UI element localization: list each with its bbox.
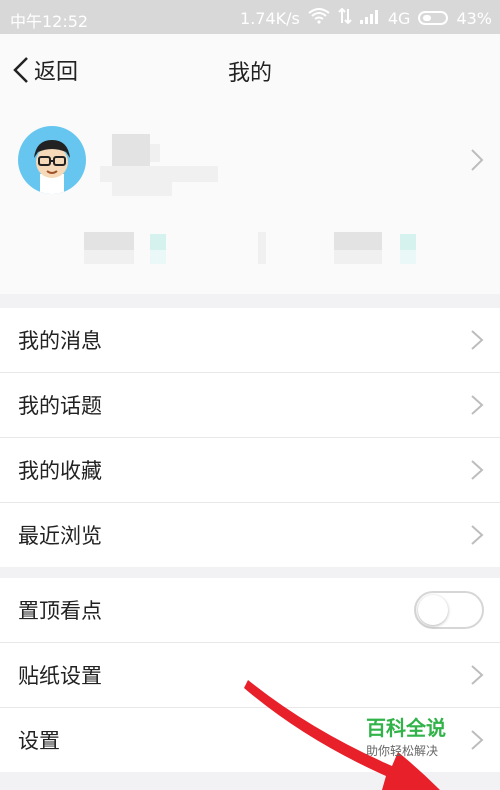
profile-card[interactable] — [0, 102, 500, 294]
blurred-stat-mark-1b — [150, 250, 166, 264]
status-bar: 中午12:52 1.74K/s 4G 43% — [0, 0, 500, 34]
chevron-right-icon — [470, 394, 484, 420]
network-type: 4G — [387, 8, 411, 28]
blurred-stat-mark-2 — [400, 234, 416, 250]
blurred-stat-1 — [84, 232, 134, 250]
chevron-right-icon — [470, 729, 484, 755]
blurred-stat-mark-1 — [150, 234, 166, 250]
blurred-stat-1b — [84, 250, 134, 264]
chevron-right-icon — [470, 459, 484, 485]
blurred-username — [112, 134, 150, 166]
data-transfer-icon — [338, 7, 352, 28]
menu-item-label: 我的消息 — [18, 329, 102, 353]
blurred-divider — [258, 232, 266, 264]
pin-kandian-toggle[interactable] — [414, 591, 484, 629]
avatar[interactable] — [18, 126, 86, 194]
menu-item-my-messages[interactable]: 我的消息 — [0, 308, 500, 373]
menu-item-my-favorites[interactable]: 我的收藏 — [0, 438, 500, 503]
status-time: 中午12:52 — [10, 12, 89, 31]
menu-item-pin-kandian[interactable]: 置顶看点 — [0, 578, 500, 643]
blurred-stat-2 — [334, 232, 382, 250]
menu-item-label: 我的收藏 — [18, 459, 102, 483]
watermark-subtitle: 助你轻松解决 — [366, 744, 439, 758]
menu-group-main: 我的消息 我的话题 我的收藏 最近浏览 — [0, 308, 500, 567]
menu-item-label: 我的话题 — [18, 394, 102, 418]
watermark-title: 百科全说 — [366, 716, 446, 740]
battery-level: 43% — [456, 8, 492, 28]
blurred-user-info-2 — [112, 182, 172, 196]
menu-item-label: 置顶看点 — [18, 599, 102, 623]
blurred-user-info — [100, 166, 218, 182]
chevron-right-icon — [470, 524, 484, 550]
blurred-username-part — [150, 144, 160, 162]
nav-bar: 返回 我的 — [0, 34, 500, 102]
page-title: 我的 — [227, 61, 272, 86]
menu-item-label: 贴纸设置 — [18, 664, 102, 688]
signal-icon — [359, 9, 380, 28]
menu-item-sticker-settings[interactable]: 贴纸设置 — [0, 643, 500, 708]
baike-watermark: 百科全说 助你轻松解决 — [366, 716, 466, 759]
chevron-right-icon — [470, 664, 484, 690]
network-speed: 1.74K/s — [240, 8, 300, 28]
toggle-knob — [418, 595, 448, 625]
chevron-right-icon — [470, 148, 484, 176]
blurred-stat-2b — [334, 250, 382, 264]
menu-item-label: 最近浏览 — [18, 524, 102, 548]
menu-item-recent-views[interactable]: 最近浏览 — [0, 503, 500, 567]
blurred-stat-mark-2b — [400, 250, 416, 264]
wifi-icon — [308, 8, 330, 28]
chevron-right-icon — [470, 329, 484, 355]
menu-item-my-topics[interactable]: 我的话题 — [0, 373, 500, 438]
battery-icon — [418, 11, 449, 25]
menu-item-label: 设置 — [18, 729, 60, 753]
